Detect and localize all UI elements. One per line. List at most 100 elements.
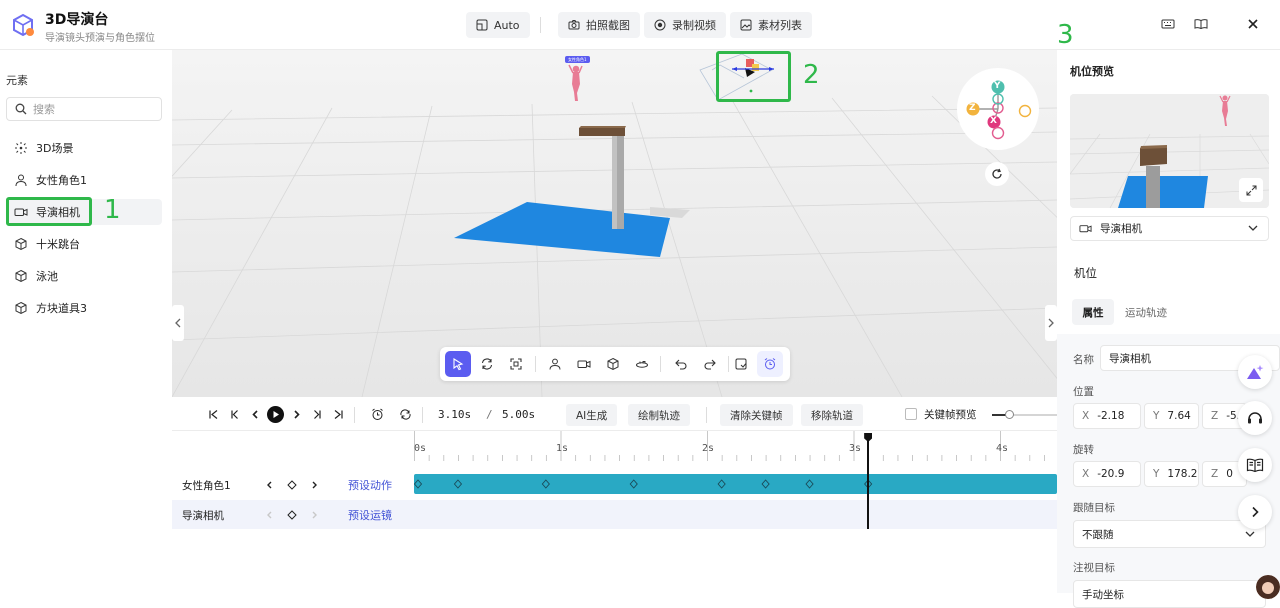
callout-number-2: 2 — [803, 60, 820, 90]
avatar[interactable] — [1256, 575, 1280, 599]
name-value: 导演相机 — [1109, 352, 1151, 365]
add-360-button[interactable] — [629, 351, 655, 377]
character-track-bar[interactable] — [414, 474, 1057, 494]
camera-preview[interactable] — [1070, 94, 1269, 208]
book-icon[interactable] — [1193, 16, 1209, 32]
element-item-scene[interactable]: 3D场景 — [6, 135, 162, 161]
remove-track-button[interactable]: 移除轨道 — [801, 404, 863, 426]
loop-button[interactable] — [398, 407, 412, 421]
app-title: 3D导演台 — [45, 12, 109, 28]
total-time: 5.00s — [502, 408, 536, 421]
auto-label: Auto — [494, 18, 520, 32]
auto-layout-button[interactable]: Auto — [466, 12, 530, 38]
guide-button[interactable] — [1238, 448, 1272, 482]
support-button[interactable] — [1238, 401, 1272, 435]
ruler-label-1s: 1s — [556, 443, 569, 454]
axis-gizmo[interactable]: Y Z X — [957, 68, 1039, 150]
scene-viewport[interactable]: 女性角色1 — [172, 50, 1057, 397]
step-forward-button[interactable] — [289, 407, 303, 421]
clear-keyframes-button[interactable]: 清除关键帧 — [720, 404, 793, 426]
rotate-tool-button[interactable] — [474, 351, 500, 377]
element-label: 泳池 — [36, 270, 58, 283]
step-back-button[interactable] — [248, 407, 262, 421]
platform-board[interactable] — [579, 128, 625, 136]
screenshot-button[interactable]: 拍照截图 — [558, 12, 640, 38]
camera-select[interactable]: 导演相机 — [1070, 216, 1269, 241]
scene-icon — [15, 142, 27, 154]
jump-start-button[interactable] — [206, 407, 220, 421]
keyframe-marker[interactable] — [717, 479, 726, 489]
undo-button[interactable] — [668, 351, 694, 377]
redo-button[interactable] — [697, 351, 723, 377]
element-item-character[interactable]: 女性角色1 — [6, 167, 162, 193]
track-row[interactable]: 女性角色1 预设动作 — [172, 470, 1057, 499]
preset-camera-move-link[interactable]: 预设运镜 — [348, 507, 392, 523]
element-item-platform[interactable]: 十米跳台 — [6, 231, 162, 257]
search-input[interactable]: 搜索 — [6, 97, 162, 121]
collapse-left-tab[interactable] — [172, 305, 184, 341]
element-item-pool[interactable]: 泳池 — [6, 263, 162, 289]
look-at-select[interactable]: 手动坐标 — [1073, 580, 1266, 608]
draw-track-button[interactable]: 绘制轨迹 — [628, 404, 690, 426]
preset-action-link[interactable]: 预设动作 — [348, 477, 392, 493]
camera-icon — [577, 360, 591, 368]
refresh-icon — [992, 168, 1002, 179]
keyframe-marker[interactable] — [805, 479, 814, 489]
keyframe-marker[interactable] — [629, 479, 638, 489]
divider — [535, 356, 536, 372]
collapse-right-tab[interactable] — [1045, 305, 1057, 341]
add-camera-button[interactable] — [571, 351, 597, 377]
position-y-input[interactable]: Y 7.64 — [1144, 403, 1199, 429]
axis-z: Z — [1211, 410, 1219, 422]
chevron-left-icon — [251, 409, 258, 419]
play-button[interactable] — [267, 406, 284, 423]
magic-icon — [1247, 365, 1264, 379]
axis-x: X — [1082, 468, 1090, 480]
scale-tool-button[interactable] — [503, 351, 529, 377]
keyboard-icon[interactable] — [1160, 16, 1176, 32]
next-key-button[interactable] — [310, 407, 324, 421]
timer-tool-button[interactable] — [757, 351, 783, 377]
follow-target-label: 跟随目标 — [1073, 502, 1115, 514]
time-ruler[interactable]: 0s 1s 2s 3s 4s — [414, 431, 1057, 461]
prev-key-button[interactable] — [227, 407, 241, 421]
keyframe-marker[interactable] — [541, 479, 550, 489]
playhead[interactable] — [864, 433, 873, 529]
track-row[interactable]: 导演相机 预设运镜 — [172, 500, 1057, 529]
select-tool-button[interactable] — [445, 351, 471, 377]
element-item-block[interactable]: 方块道具3 — [6, 295, 162, 321]
ruler-label-0s: 0s — [414, 443, 427, 454]
track-name: 导演相机 — [182, 510, 224, 522]
close-icon[interactable] — [1245, 16, 1261, 32]
keyframe-marker[interactable] — [414, 479, 423, 489]
track-key-nav — [267, 510, 317, 520]
jump-end-button[interactable] — [331, 407, 345, 421]
layout-icon — [476, 19, 488, 31]
record-button[interactable]: 录制视频 — [644, 12, 726, 38]
position-x-input[interactable]: X -2.18 — [1073, 403, 1141, 429]
keyframe-marker[interactable] — [453, 479, 463, 489]
zoom-slider[interactable] — [992, 410, 1057, 419]
tab-motion-track[interactable]: 运动轨迹 — [1125, 305, 1167, 320]
rotation-y-input[interactable]: Y 178.2 — [1144, 461, 1199, 487]
scene-canvas[interactable] — [172, 50, 1057, 397]
fullscreen-preview-button[interactable] — [1239, 178, 1263, 202]
ruler-label-4s: 4s — [996, 443, 1009, 454]
tab-properties[interactable]: 属性 — [1072, 299, 1114, 325]
snapshot-tool-button[interactable] — [728, 351, 754, 377]
element-label: 十米跳台 — [36, 238, 80, 251]
add-character-button[interactable] — [542, 351, 568, 377]
timer-button[interactable] — [370, 407, 384, 421]
ai-generate-button[interactable]: AI生成 — [566, 404, 618, 426]
reset-view-button[interactable] — [985, 162, 1009, 186]
zoom-slider-handle[interactable] — [1005, 410, 1014, 419]
add-object-button[interactable] — [600, 351, 626, 377]
keyframe-preview-checkbox[interactable] — [905, 408, 917, 420]
ai-magic-button[interactable] — [1238, 355, 1272, 389]
rotation-x-input[interactable]: X -20.9 — [1073, 461, 1141, 487]
expand-panel-button[interactable] — [1238, 495, 1272, 529]
follow-target-select[interactable]: 不跟随 — [1073, 520, 1266, 548]
keyframe-marker[interactable] — [761, 479, 770, 489]
expand-icon — [1246, 185, 1256, 195]
assets-button[interactable]: 素材列表 — [730, 12, 812, 38]
